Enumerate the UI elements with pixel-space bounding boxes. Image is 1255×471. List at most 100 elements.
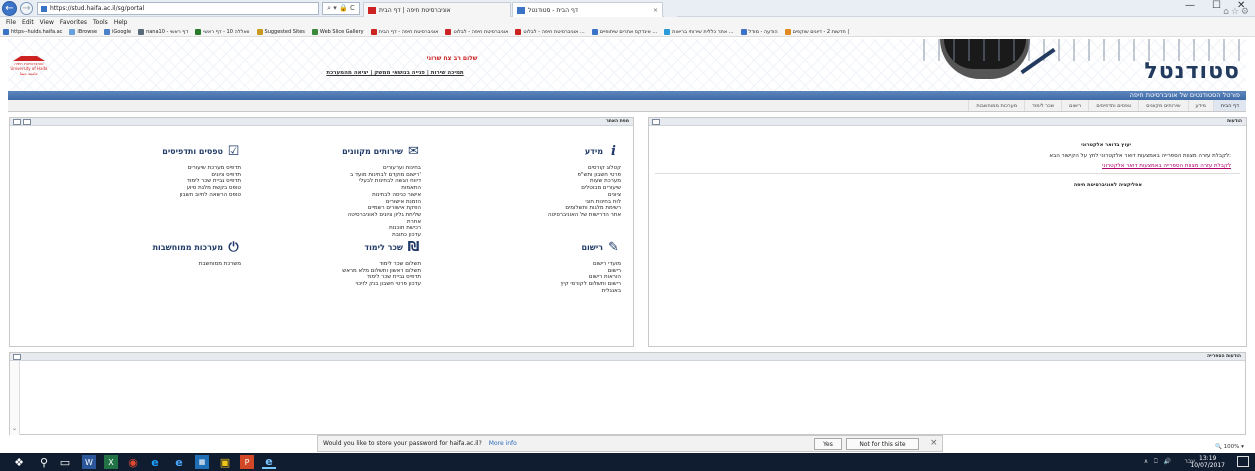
sitemap-link[interactable]: תשלום שכר לימוד xyxy=(261,261,421,268)
chrome-icon[interactable]: ◉ xyxy=(126,455,140,469)
tab-3[interactable]: טפסים ותדפיסים xyxy=(1088,100,1138,111)
favorite-link[interactable]: הודעה - מודל xyxy=(740,28,778,35)
ie-icon[interactable]: e xyxy=(172,455,186,469)
sitemap-link[interactable]: עדכון פרטי חשבון בנק לזיכוי xyxy=(261,281,421,288)
clock[interactable]: 13:19 10/07/2017 xyxy=(1190,455,1225,469)
collapse-icon[interactable] xyxy=(13,119,21,125)
tab-studentnet-home[interactable]: דף הבית - סטודנטל × xyxy=(512,2,663,17)
file-explorer-icon[interactable]: ▣ xyxy=(218,455,232,469)
favorite-link[interactable]: אוניברסיטת חיפה - לבלוט ... xyxy=(515,28,585,35)
powerpoint-icon[interactable]: P xyxy=(240,455,254,469)
favorite-link[interactable]: אתר כללית שירותי בריאות ... xyxy=(664,28,734,35)
sitemap-link[interactable]: טופס הרשאה לחיוב חשבון xyxy=(111,192,241,199)
menu-item[interactable]: Favorites xyxy=(60,19,87,26)
sitemap-link[interactable]: באנגלית xyxy=(491,288,621,295)
tab-2[interactable]: שירותים מקוונים xyxy=(1138,100,1187,111)
news-link[interactable]: לקבלת עזרה מצוות הספרייה באמצעות דואר אל… xyxy=(1102,163,1231,169)
collapse-icon[interactable] xyxy=(652,119,660,125)
favorite-label: https--huids.haifa.ac xyxy=(11,28,63,35)
sitemap-link[interactable]: הזמנת אישורים xyxy=(261,199,421,206)
sitemap-link[interactable]: שליחת גליון ציונים לאוניברסיטה xyxy=(261,212,421,219)
favorite-link[interactable]: https--huids.haifa.ac xyxy=(3,28,63,35)
sitemap-link[interactable]: עדכון כתובת xyxy=(261,232,421,239)
header-links[interactable]: תמיכה שירות | פנייה בנושאי ממשק | יציאה … xyxy=(265,70,525,76)
forward-button[interactable]: → xyxy=(20,2,33,15)
maximize-button[interactable]: ☐ xyxy=(1212,0,1221,11)
sitemap-link[interactable]: התאמות xyxy=(261,185,421,192)
back-button[interactable]: ← xyxy=(2,1,17,16)
ie-active-icon[interactable]: e xyxy=(262,455,276,469)
menu-item[interactable]: Edit xyxy=(22,19,34,26)
sitemap-link[interactable]: דיווח הגשה לבחינות לבעלי xyxy=(261,178,421,185)
sitemap-link[interactable]: טופס בקשת מלגת סיוע xyxy=(111,185,241,192)
tab-haifa-home[interactable]: אוניברסיטת חיפה | דף הבית xyxy=(363,2,511,17)
favorite-link[interactable]: Web Slice Gallery xyxy=(311,28,364,35)
edge-icon[interactable]: e xyxy=(148,455,162,469)
favorite-link[interactable]: iGoogle xyxy=(104,28,131,35)
sitemap-link[interactable]: פרטי חשבון ותש"פ xyxy=(491,172,621,179)
sitemap-link[interactable]: רישום ותשלום לקורסי קיץ xyxy=(491,281,621,288)
sitemap-link[interactable]: רשימת מלגות ותשלומים xyxy=(491,205,621,212)
collapse-icon[interactable] xyxy=(13,354,21,360)
favorite-link[interactable]: וואללה 10 - דף ראשי xyxy=(195,28,250,35)
windows-start-icon[interactable]: ❖ xyxy=(12,455,26,469)
menu-item[interactable]: Help xyxy=(114,19,128,26)
search-icon[interactable]: ⚲ xyxy=(37,455,51,469)
tab-4[interactable]: רישום xyxy=(1061,100,1088,111)
address-bar[interactable]: https://stud.haifa.ac.il/sg/portal xyxy=(37,2,319,15)
tab-close-icon[interactable]: × xyxy=(653,7,658,14)
toolbar-icons[interactable]: ⌂☆⚙ xyxy=(1223,7,1251,17)
minimize-button[interactable]: — xyxy=(1185,0,1195,11)
menu-item[interactable]: Tools xyxy=(93,19,108,26)
task-view-icon[interactable]: ▭ xyxy=(58,455,72,469)
yes-button[interactable]: Yes xyxy=(814,438,842,450)
zoom-level[interactable]: 🔍 100% ▾ xyxy=(1215,444,1244,450)
restore-icon[interactable] xyxy=(23,119,31,125)
sitemap-section-title[interactable]: רישום ✎ xyxy=(491,240,621,256)
favorite-link[interactable]: iBrowse xyxy=(69,28,97,35)
sitemap-section-title[interactable]: שכר לימוד ₪ xyxy=(261,240,421,256)
sitemap-link[interactable]: משרכת ממוחשבת xyxy=(111,261,241,268)
scrollbar[interactable]: ⌄ xyxy=(10,361,20,435)
notifications-icon[interactable] xyxy=(1237,456,1249,467)
sitemap-link[interactable]: תדפיס מערכת שיעורים xyxy=(111,165,241,172)
sitemap-link[interactable]: שיעורים מבוטלים xyxy=(491,185,621,192)
not-for-this-site-button[interactable]: Not for this site xyxy=(846,438,919,450)
network-app-icon[interactable]: ▦ xyxy=(195,455,209,469)
word-icon[interactable]: W xyxy=(82,455,96,469)
sitemap-link[interactable]: בחינות וערעורים xyxy=(261,165,421,172)
sitemap-link[interactable]: קטלוג קורסים xyxy=(491,165,621,172)
tab-1[interactable]: מידע xyxy=(1187,100,1213,111)
sitemap-link[interactable]: ציונים xyxy=(491,192,621,199)
university-logo[interactable]: אוניברסיטת חיפה University of Haifa جامع… xyxy=(8,51,50,79)
notification-close-icon[interactable]: × xyxy=(930,438,938,448)
favorite-link[interactable]: Suggested Sites xyxy=(256,28,305,35)
sitemap-section-title[interactable]: טפסים ותדפיסים ☑ xyxy=(111,144,241,160)
address-controls[interactable]: ⌕ ▾ 🔒 C xyxy=(322,2,360,15)
sitemap-link[interactable]: אישור כניסה לבחינות xyxy=(261,192,421,199)
new-tab-button[interactable] xyxy=(664,2,677,17)
menu-item[interactable]: File xyxy=(6,19,16,26)
sitemap-section-title[interactable]: מערכות ממוחשבות ⏻ xyxy=(111,240,241,256)
chevron-down-icon[interactable]: ⌄ xyxy=(12,425,17,432)
favorite-link[interactable]: אוניברסיטת חיפה - דף הבית xyxy=(370,28,438,35)
favorite-link[interactable]: אינדקס אתרים שיתופיים ... xyxy=(591,28,657,35)
sitemap-link[interactable]: מועדי רישום xyxy=(491,261,621,268)
excel-icon[interactable]: X xyxy=(104,455,118,469)
sitemap-link[interactable]: אתר הדרישות של האוניברסיטה xyxy=(491,212,621,219)
sitemap-link[interactable]: הפקת אישורים רשמיים xyxy=(261,205,421,212)
favorite-link[interactable]: חדשות 2 - דיונים שוקפים | xyxy=(784,28,849,35)
sitemap-link[interactable]: רכישת תוכנות xyxy=(261,225,421,232)
tray-icons[interactable]: ∧ ⎕ 🔊 xyxy=(1144,458,1173,466)
tab-5[interactable]: שכר לימוד xyxy=(1024,100,1061,111)
sitemap-link[interactable]: אחרת xyxy=(261,219,421,226)
sitemap-link[interactable]: רישום xyxy=(491,268,621,275)
favorite-link[interactable]: אוניברסיטת חיפה - לבלוט xyxy=(445,28,508,35)
more-info-link[interactable]: More info xyxy=(489,440,517,447)
tab-0[interactable]: דף הבית xyxy=(1212,100,1246,111)
favorite-link[interactable]: nana10 - דף ראשי xyxy=(138,28,188,35)
menu-item[interactable]: View xyxy=(40,19,54,26)
tab-6[interactable]: מערכות ממוחשבות xyxy=(968,100,1024,111)
sitemap-section-title[interactable]: שירותים מקוונים ✉ xyxy=(261,144,421,160)
sitemap-section-title[interactable]: מידע i xyxy=(491,144,621,160)
